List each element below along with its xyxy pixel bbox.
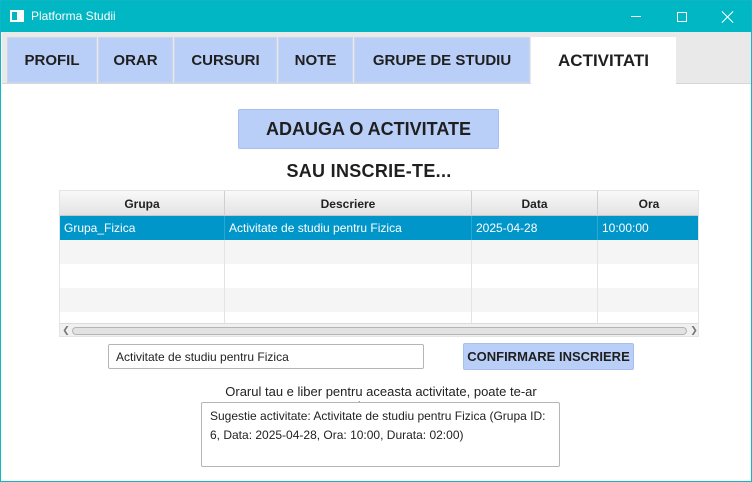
cell-ora: 10:00:00 [602, 221, 649, 235]
column-header-ora[interactable]: Ora [598, 191, 698, 216]
scrollbar-thumb[interactable] [72, 327, 687, 335]
tab-profil[interactable]: PROFIL [7, 37, 97, 83]
empty-row [60, 264, 698, 288]
cell-grupa: Grupa_Fizica [60, 216, 225, 240]
minimize-button[interactable] [613, 1, 659, 32]
horizontal-scrollbar[interactable]: ❮ ❯ [60, 323, 698, 336]
tab-grupe-de-studiu[interactable]: GRUPE DE STUDIU [354, 37, 530, 83]
scroll-right-icon[interactable]: ❯ [689, 325, 698, 336]
cell-descriere: Activitate de studiu pentru Fizica [225, 216, 472, 240]
close-button[interactable] [705, 1, 751, 32]
selected-activity-field[interactable]: Activitate de studiu pentru Fizica [108, 344, 424, 369]
window-title: Platforma Studii [31, 9, 116, 23]
tab-bar: PROFIL ORAR CURSURI NOTE GRUPE DE STUDIU… [2, 32, 751, 84]
title-bar[interactable]: Platforma Studii [1, 1, 751, 32]
add-activity-button[interactable]: ADAUGA O ACTIVITATE [238, 109, 499, 149]
scroll-left-icon[interactable]: ❮ [61, 325, 71, 336]
confirm-enrollment-button[interactable]: CONFIRMARE INSCRIERE [463, 343, 634, 370]
enroll-subtitle: SAU INSCRIE-TE... [286, 161, 452, 181]
tab-cursuri[interactable]: CURSURI [174, 37, 277, 83]
maximize-icon [677, 11, 687, 22]
close-icon [722, 11, 734, 23]
table-row[interactable]: Grupa_Fizica Activitate de studiu pentru… [60, 216, 698, 240]
empty-row [60, 288, 698, 312]
empty-row [60, 240, 698, 264]
table-header: Grupa Descriere Data Ora [60, 191, 698, 216]
tab-orar[interactable]: ORAR [98, 37, 173, 83]
tab-activitati[interactable]: ACTIVITATI [531, 37, 676, 84]
app-window: Platforma Studii PROFIL ORAR CURSURI NOT… [0, 0, 752, 482]
activities-table[interactable]: Grupa Descriere Data Ora Grupa_Fizica Ac… [59, 190, 699, 337]
app-icon [10, 10, 24, 22]
column-header-grupa[interactable]: Grupa [60, 191, 225, 216]
maximize-button[interactable] [659, 1, 705, 32]
column-header-descriere[interactable]: Descriere [225, 191, 472, 216]
suggestion-textarea[interactable]: Sugestie activitate: Activitate de studi… [201, 402, 560, 467]
minimize-icon [631, 16, 641, 17]
empty-row [60, 312, 698, 323]
column-header-data[interactable]: Data [472, 191, 598, 216]
cell-data: 2025-04-28 [472, 216, 598, 240]
tab-note[interactable]: NOTE [278, 37, 353, 83]
